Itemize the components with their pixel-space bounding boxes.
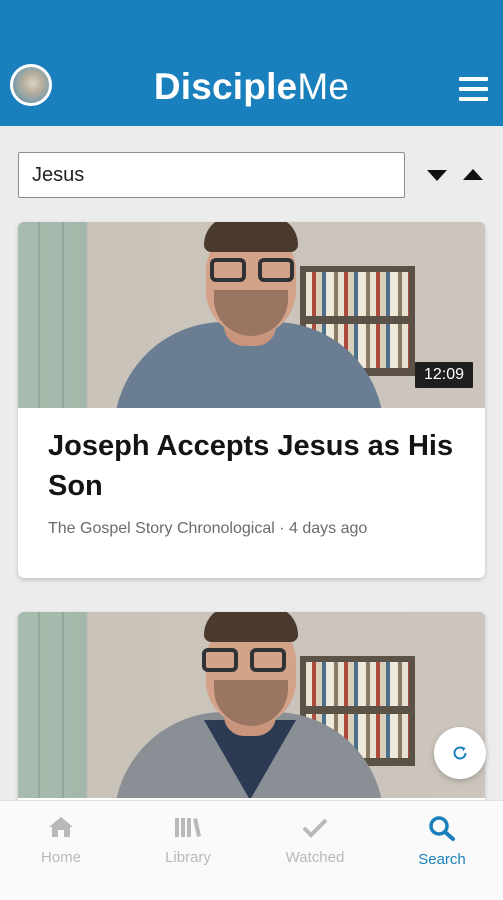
refresh-icon — [453, 746, 467, 760]
nav-item-home[interactable]: Home — [6, 815, 116, 866]
nav-label-library: Library — [165, 849, 211, 866]
app-screen: DiscipleMe 12:09 Joseph Accepts Jesus as… — [0, 0, 503, 900]
app-header: DiscipleMe — [0, 0, 503, 126]
sort-down-icon[interactable] — [427, 170, 447, 181]
home-icon — [49, 817, 73, 837]
nav-label-home: Home — [40, 849, 81, 866]
nav-label-search: Search — [418, 851, 466, 868]
bottom-nav: Home Library Watched Search — [0, 800, 503, 900]
app-logo: DiscipleMe — [0, 66, 503, 108]
video-meta: The Gospel Story Chronological · 4 days … — [48, 520, 368, 537]
logo-bold-text: Disciple — [153, 66, 298, 107]
nav-item-search[interactable]: Search — [387, 815, 497, 868]
video-card[interactable] — [18, 612, 485, 812]
search-icon — [429, 816, 455, 841]
video-thumbnail[interactable]: 12:09 — [18, 222, 485, 408]
nav-item-watched[interactable]: Watched — [260, 815, 370, 866]
video-thumbnail[interactable] — [18, 612, 485, 798]
check-icon — [302, 818, 328, 838]
logo-light-text: Me — [297, 66, 350, 107]
video-duration: 12:09 — [414, 362, 473, 388]
refresh-button[interactable] — [434, 727, 486, 779]
nav-item-library[interactable]: Library — [133, 815, 243, 866]
search-input[interactable] — [18, 152, 405, 198]
nav-label-watched: Watched — [285, 849, 345, 866]
hamburger-menu-icon[interactable] — [459, 77, 488, 101]
video-title[interactable]: Joseph Accepts Jesus as His Son — [48, 426, 455, 506]
video-card[interactable]: 12:09 Joseph Accepts Jesus as His Son Th… — [18, 222, 485, 578]
library-icon — [175, 818, 201, 837]
sort-up-icon[interactable] — [463, 169, 483, 180]
